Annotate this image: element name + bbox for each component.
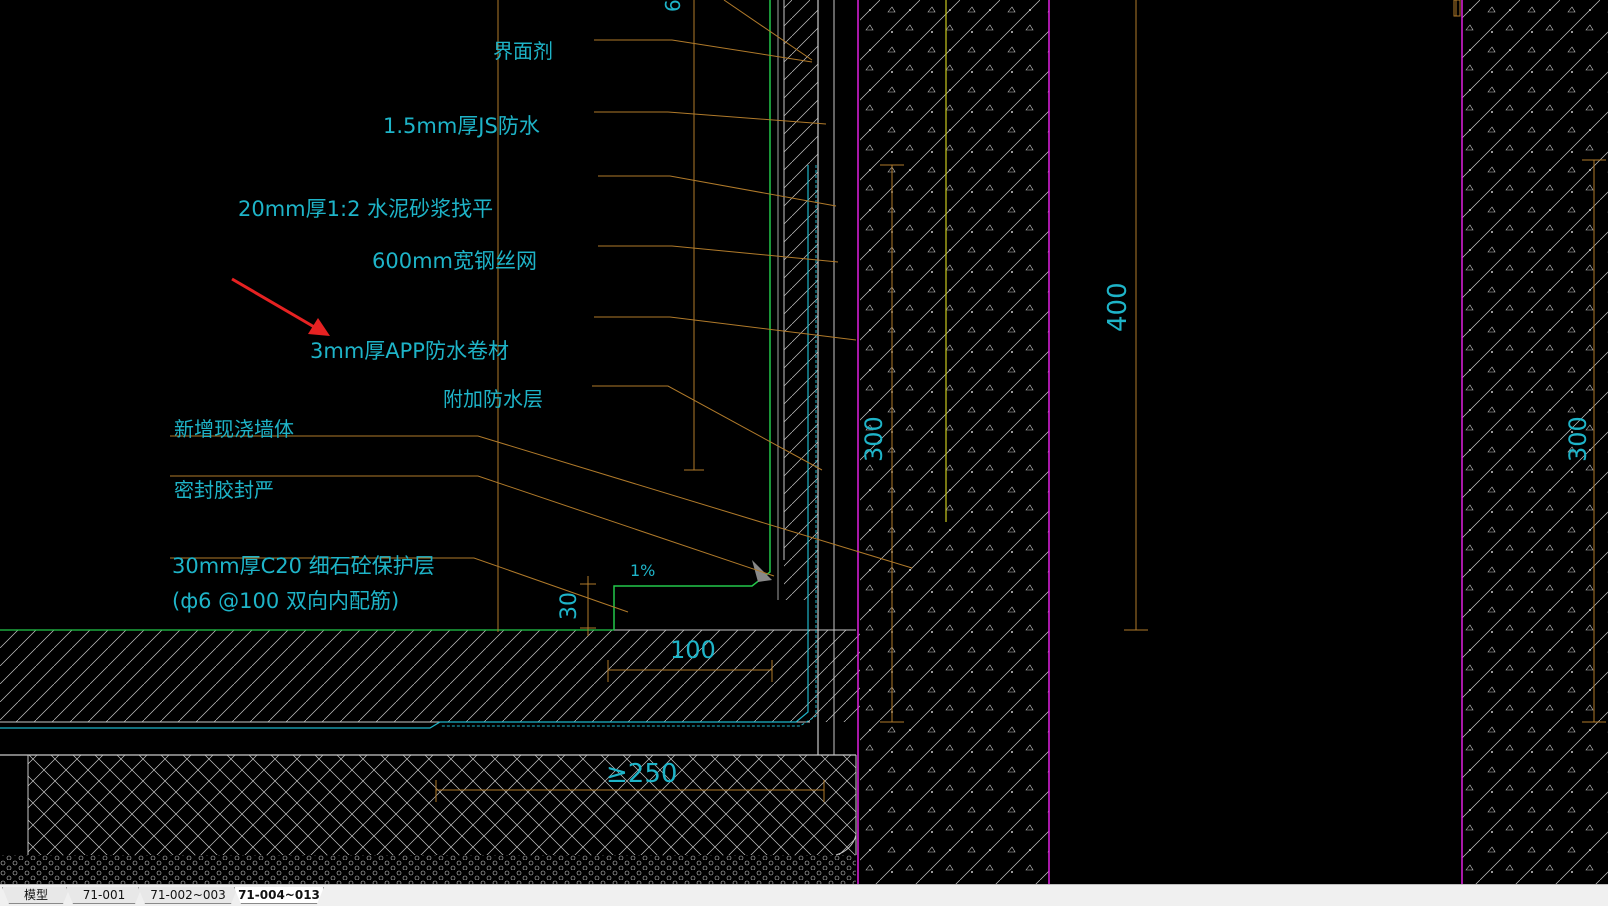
dim-30: 30 (557, 592, 582, 620)
label-rebar[interactable]: (ф6 @100 双向内配筋) (172, 589, 399, 613)
dim-250: ≥250 (606, 759, 677, 789)
right-concrete-wall (860, 0, 1049, 884)
dim-top-cut: 6 (661, 0, 685, 12)
wall-section-hatch (784, 0, 818, 600)
tab-71-002-003[interactable]: 71-002~003 (138, 887, 238, 904)
dim-300-right: 300 (1564, 416, 1592, 462)
label-js-waterproof[interactable]: 1.5mm厚JS防水 (383, 114, 540, 138)
layout-tab-bar: 模型 71-001 71-002~003 71-004~013 (0, 884, 1608, 906)
subbase-crosshatch (28, 755, 856, 855)
dim-100: 100 (670, 636, 716, 664)
floor-slab-hatch (0, 630, 860, 722)
label-steel-mesh[interactable]: 600mm宽钢丝网 (372, 249, 537, 273)
tab-model[interactable]: 模型 (2, 887, 70, 904)
label-mortar[interactable]: 20mm厚1:2 水泥砂浆找平 (238, 197, 493, 221)
gravel-layer (0, 855, 856, 884)
tab-71-004-013[interactable]: 71-004~013 (234, 887, 324, 904)
cad-drawing-canvas[interactable]: 界面剂 1.5mm厚JS防水 20mm厚1:2 水泥砂浆找平 600mm宽钢丝网… (0, 0, 1608, 884)
label-extra-layer[interactable]: 附加防水层 (443, 387, 543, 411)
label-new-wall[interactable]: 新增现浇墙体 (174, 417, 294, 441)
label-app-membrane[interactable]: 3mm厚APP防水卷材 (310, 339, 509, 363)
dim-400: 400 (1103, 282, 1133, 332)
red-arrow-annotation (231, 277, 330, 336)
tab-71-001[interactable]: 71-001 (66, 887, 142, 904)
label-interface-agent[interactable]: 界面剂 (493, 39, 553, 63)
label-protection-layer[interactable]: 30mm厚C20 细石砼保护层 (172, 554, 435, 578)
dim-slope: 1% (630, 561, 655, 580)
dim-300-left: 300 (860, 416, 888, 462)
structure-lines (0, 0, 1463, 884)
label-sealant[interactable]: 密封胶封严 (174, 478, 274, 502)
